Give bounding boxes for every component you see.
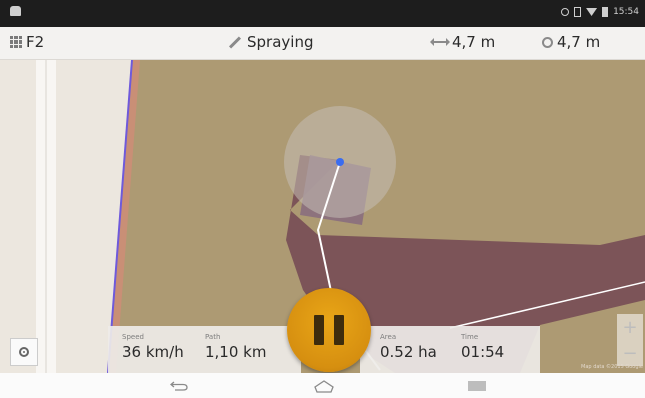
app-notification-icon [10,6,21,16]
status-time: 15:54 [613,7,639,17]
time-stat: Time 01:54 [461,333,504,361]
pause-icon [314,315,324,345]
status-icons: 15:54 [561,7,639,17]
map-attribution: Map data ©2015 Google [581,364,643,370]
speed-stat: Speed 36 km/h [122,333,184,361]
time-label: Time [461,333,479,341]
speed-value: 36 km/h [122,343,184,361]
area-label: Area [380,333,397,341]
battery-icon [602,7,609,17]
zoom-out-button[interactable]: − [617,340,643,366]
coverage-width-value: 4,7 m [557,33,601,51]
area-value: 0.52 ha [380,343,437,361]
stats-panel-right: Area 0.52 ha Time 01:54 [360,326,540,373]
coverage-width[interactable]: 4,7 m [542,33,600,51]
zoom-in-button[interactable]: + [617,314,643,340]
area-stat: Area 0.52 ha [380,333,437,361]
vehicle-position [336,158,344,166]
field-name: F2 [26,33,45,51]
navigation-bar [0,373,645,398]
home-icon[interactable] [313,379,335,393]
pencil-icon [228,35,242,49]
pause-icon-bar [334,315,344,345]
target-icon [542,36,553,48]
working-width[interactable]: 4,7 m [430,33,496,51]
pause-button[interactable] [287,288,371,372]
back-icon[interactable] [170,381,188,391]
grid-icon [10,36,22,48]
top-bar: F2 Spraying 4,7 m 4,7 m [0,27,645,60]
location-status-icon [561,8,570,16]
recents-icon[interactable] [468,381,486,391]
locate-button[interactable] [10,338,38,366]
speed-label: Speed [122,333,144,341]
sim-status-icon [574,7,582,17]
working-width-value: 4,7 m [452,33,496,51]
path-label: Path [205,333,221,341]
stats-panel-left: Speed 36 km/h Path 1,10 km [108,326,301,373]
path-stat: Path 1,10 km [205,333,266,361]
spraying-status[interactable]: Spraying [228,33,313,51]
path-value: 1,10 km [205,343,267,361]
time-value: 01:54 [461,343,505,361]
field-selector[interactable]: F2 [10,33,44,51]
wifi-icon [586,8,598,16]
status-label: Spraying [247,33,314,51]
status-bar: 15:54 [0,0,645,27]
width-arrow-icon [430,38,450,46]
locate-icon [19,347,29,357]
